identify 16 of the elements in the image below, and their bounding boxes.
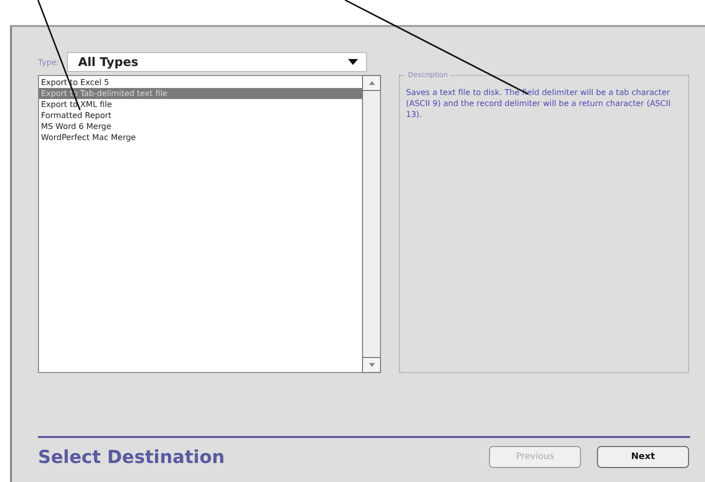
caret-icon [348,59,358,65]
list-item[interactable]: Export to XML file [39,99,362,110]
scroll-up-button[interactable] [362,75,381,91]
list-item[interactable]: Export to Excel 5 [39,77,362,88]
next-button[interactable]: Next [597,446,689,468]
list-item[interactable]: Formatted Report [39,110,362,121]
step-title: Select Destination [38,446,225,468]
down-arrow-icon [368,363,374,367]
type-label: Type: [38,58,60,66]
type-dropdown[interactable]: All Types [67,52,368,72]
scroll-down-button[interactable] [362,357,381,373]
list-item[interactable]: MS Word 6 Merge [39,121,362,132]
description-text: Saves a text file to disk. The field delimiter will be a tab character (ASCII 9) and the record delimiter will be a return character (ASCII 13). [406,87,672,120]
up-arrow-icon [368,81,374,85]
scrollbar[interactable] [362,76,380,372]
list-item[interactable]: WordPerfect Mac Merge [39,132,362,143]
